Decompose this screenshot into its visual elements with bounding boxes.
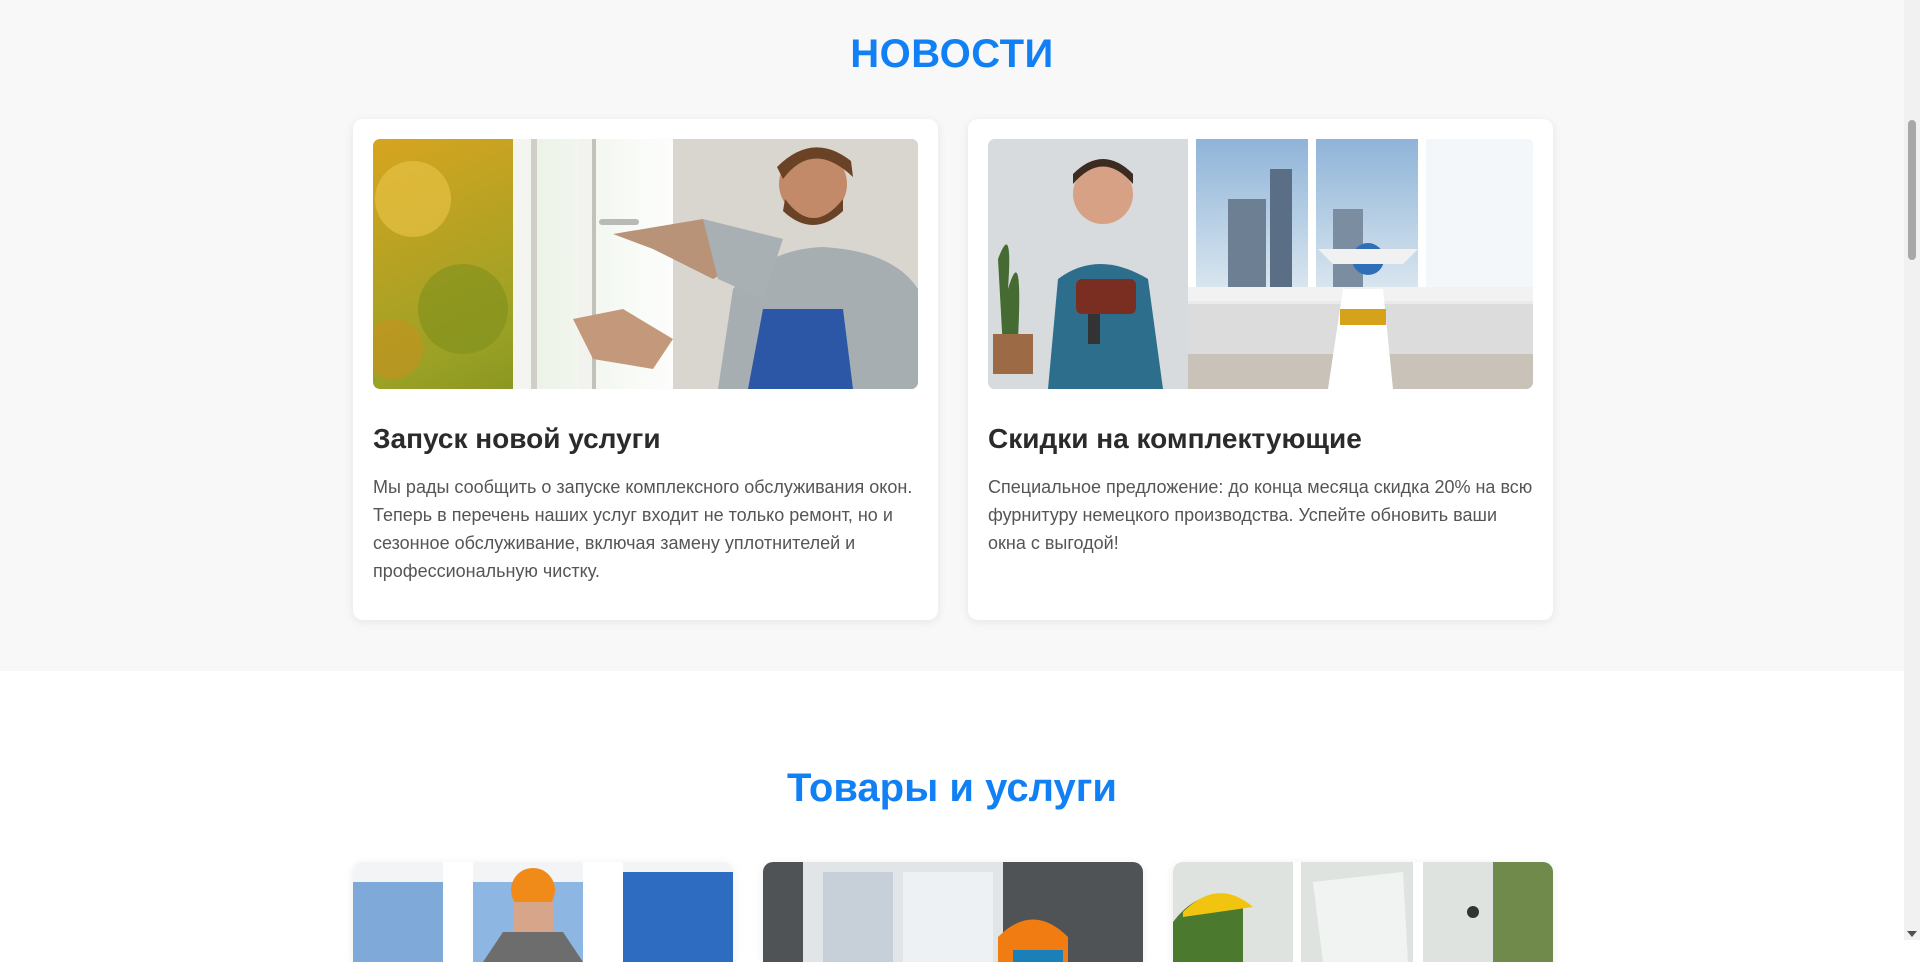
product-image <box>353 862 733 962</box>
news-section-title: НОВОСТИ <box>850 32 1054 76</box>
news-card[interactable]: Запуск новой услуги Мы рады сообщить о з… <box>353 119 938 620</box>
product-card[interactable] <box>763 862 1143 962</box>
news-card-title: Скидки на комплектующие <box>988 423 1362 454</box>
news-image-installers <box>988 139 1533 389</box>
page-scrollbar[interactable] <box>1904 0 1920 940</box>
news-card-title: Запуск новой услуги <box>373 423 661 454</box>
scrollbar-thumb[interactable] <box>1908 120 1916 260</box>
news-card-text: Мы рады сообщить о запуске комплексного … <box>373 477 913 581</box>
news-card[interactable]: Скидки на комплектующие Специальное пред… <box>968 119 1553 620</box>
news-image-window-repair <box>373 139 918 389</box>
products-section-title: Товары и услуги <box>787 766 1117 810</box>
scroll-down-arrow-icon[interactable] <box>1907 931 1917 937</box>
news-section: НОВОСТИ Запуск новой услуги Мы рады сооб… <box>0 0 1904 671</box>
news-card-text: Специальное предложение: до конца месяца… <box>988 477 1533 553</box>
product-card[interactable] <box>353 862 733 962</box>
product-image <box>1173 862 1553 962</box>
product-image <box>763 862 1143 962</box>
product-card[interactable] <box>1173 862 1553 962</box>
